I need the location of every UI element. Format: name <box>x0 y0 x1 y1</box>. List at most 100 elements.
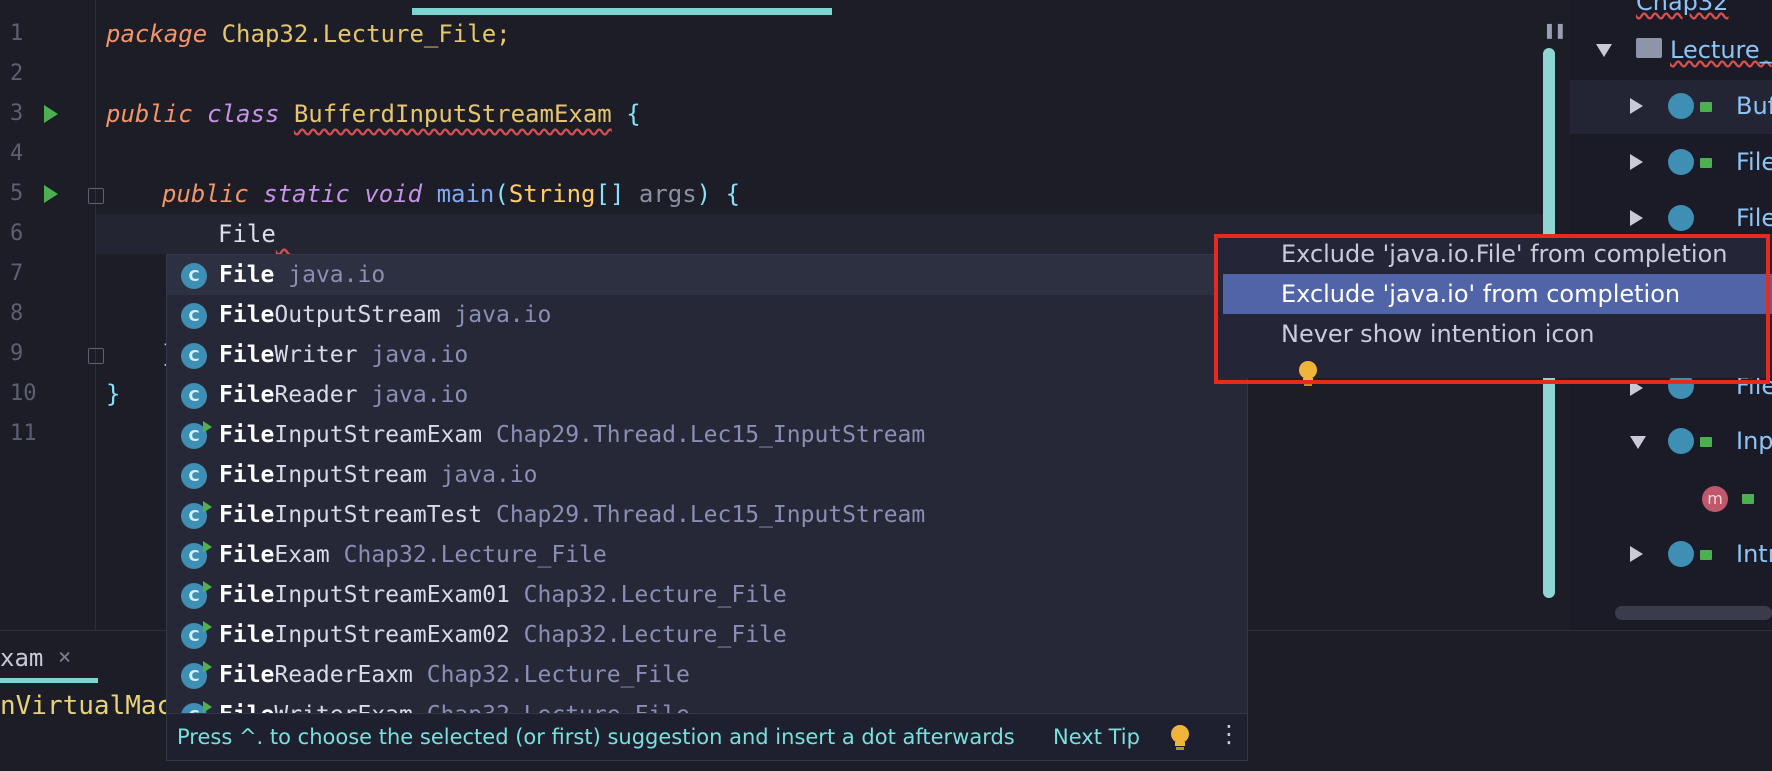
close-icon[interactable]: × <box>58 638 71 678</box>
run-tab[interactable]: xam <box>0 638 43 678</box>
completion-status-bar: Press ^. to choose the selected (or firs… <box>167 713 1247 760</box>
match-text: File <box>219 462 275 488</box>
completion-item-label: FileReaderEaxm Chap32.Lecture_File <box>219 655 690 695</box>
run-badge-icon <box>203 581 212 593</box>
paren: ( <box>494 180 509 208</box>
rest-text: Exam <box>274 542 330 568</box>
package-text: java.io <box>371 382 469 408</box>
fold-icon[interactable] <box>88 188 104 204</box>
class-icon <box>1668 541 1694 567</box>
collapse-icon[interactable] <box>1630 546 1643 562</box>
code-line-10: } <box>106 374 120 414</box>
expand-icon[interactable] <box>1630 436 1646 449</box>
tree-item-package[interactable]: Chap32 <box>1636 0 1728 22</box>
completion-item[interactable]: C FileInputStreamExam Chap29.Thread.Lec15… <box>167 415 1247 455</box>
match-text: File <box>219 302 275 328</box>
collapse-icon[interactable] <box>1630 210 1643 226</box>
tree-item-class[interactable]: File <box>1736 198 1772 238</box>
keyword: public <box>162 180 249 208</box>
completion-item[interactable]: C FileInputStreamExam02 Chap32.Lecture_Fi… <box>167 615 1247 655</box>
run-badge-icon <box>203 501 212 513</box>
run-badge-icon <box>203 621 212 633</box>
run-main-icon[interactable] <box>44 185 58 203</box>
line-number: 1 <box>10 21 24 46</box>
highlight-annotation-box <box>1214 234 1770 384</box>
rest-text: InputStreamExam <box>274 422 483 448</box>
package-text: Chap32.Lecture_File <box>426 662 690 688</box>
class-icon: C <box>181 343 207 369</box>
keyword: class <box>207 100 280 128</box>
completion-item[interactable]: C FileExam Chap32.Lecture_File <box>167 535 1247 575</box>
completion-item[interactable]: C FileInputStreamTest Chap29.Thread.Lec15… <box>167 495 1247 535</box>
completion-item[interactable]: C FileInputStream java.io <box>167 455 1247 495</box>
package-text: java.io <box>440 462 538 488</box>
tree-item-folder[interactable]: Lecture_ <box>1670 30 1772 70</box>
collapse-icon[interactable] <box>1630 98 1643 114</box>
match-text: File <box>219 262 275 288</box>
collapse-icon[interactable] <box>1630 154 1643 170</box>
completion-item-label: File java.io <box>219 255 385 295</box>
match-text: File <box>219 662 275 688</box>
completion-item[interactable]: C FileOutputStream java.io <box>167 295 1247 335</box>
rest-text: Reader <box>274 382 358 408</box>
run-badge-icon <box>203 421 212 433</box>
brace: { <box>611 100 641 128</box>
rest-text: Writer <box>274 342 358 368</box>
tree-scrollbar[interactable] <box>1615 606 1772 620</box>
folder-icon <box>1636 38 1662 58</box>
rest-text: InputStreamExam02 <box>274 622 510 648</box>
class-icon: C <box>181 263 207 289</box>
package-text: Chap32.Lecture_File <box>523 582 787 608</box>
keyword: public <box>106 100 193 128</box>
gutter-divider <box>95 0 96 630</box>
line-number: 9 <box>10 341 24 366</box>
lightbulb-icon[interactable] <box>1169 724 1191 756</box>
run-badge-icon <box>203 701 212 713</box>
pause-icon[interactable]: ❚❚ <box>1544 20 1566 41</box>
completion-popup[interactable]: C File java.io C FileOutputStream java.io C F… <box>166 254 1248 761</box>
code-line-3: public class BufferdInputStreamExam { <box>106 94 641 134</box>
package-text: Chap32.Lecture_File <box>523 622 787 648</box>
completion-item-label: FileInputStreamExam02 Chap32.Lecture_Fil… <box>219 615 787 655</box>
method-name: main <box>436 180 495 208</box>
more-options-icon[interactable]: ⋮ <box>1217 720 1241 748</box>
completion-item-label: FileInputStreamTest Chap29.Thread.Lec15_… <box>219 495 925 535</box>
completion-item-label: FileWriter java.io <box>219 335 468 375</box>
completion-item-label: FileInputStream java.io <box>219 455 538 495</box>
tree-item-class[interactable]: Buf <box>1736 86 1772 126</box>
class-icon: C <box>181 383 207 409</box>
rest-text: InputStreamExam01 <box>274 582 510 608</box>
rest-text: ReaderEaxm <box>274 662 413 688</box>
paren-brace: ) { <box>696 180 741 208</box>
class-icon: C <box>181 303 207 329</box>
class-icon <box>1668 93 1694 119</box>
typed-text: File <box>218 220 276 248</box>
match-text: File <box>219 342 275 368</box>
line-number: 4 <box>10 141 24 166</box>
match-text: File <box>219 542 275 568</box>
line-number: 11 <box>10 421 37 446</box>
console-output: nVirtualMac <box>0 691 173 721</box>
completion-item[interactable]: C FileInputStreamExam01 Chap32.Lecture_Fi… <box>167 575 1247 615</box>
tree-item-class[interactable]: Inp <box>1736 421 1772 461</box>
completion-item[interactable]: C FileReader java.io <box>167 375 1247 415</box>
completion-item[interactable]: C FileWriter java.io <box>167 335 1247 375</box>
expand-icon[interactable] <box>1596 44 1612 57</box>
match-text: File <box>219 502 275 528</box>
package-text: java.io <box>288 262 386 288</box>
tree-item-class[interactable]: File <box>1736 142 1772 182</box>
completion-item[interactable]: C FileReaderEaxm Chap32.Lecture_File <box>167 655 1247 695</box>
line-number: 10 <box>10 381 37 406</box>
lock-icon <box>1700 550 1712 560</box>
completion-item-label: FileInputStreamExam01 Chap32.Lecture_Fil… <box>219 575 787 615</box>
completion-item-label: FileReader java.io <box>219 375 468 415</box>
run-class-icon[interactable] <box>44 105 58 123</box>
completion-item-label: FileInputStreamExam Chap29.Thread.Lec15_… <box>219 415 925 455</box>
completion-item-label: FileExam Chap32.Lecture_File <box>219 535 607 575</box>
completion-item[interactable]: C File java.io <box>167 255 1247 295</box>
code-line-6[interactable]: File <box>218 214 290 254</box>
tree-item-class[interactable]: Intr <box>1736 534 1772 574</box>
next-tip-link[interactable]: Next Tip <box>1053 714 1140 760</box>
code-line-5: public static void main(String[] args) { <box>162 174 740 214</box>
fold-icon[interactable] <box>88 348 104 364</box>
